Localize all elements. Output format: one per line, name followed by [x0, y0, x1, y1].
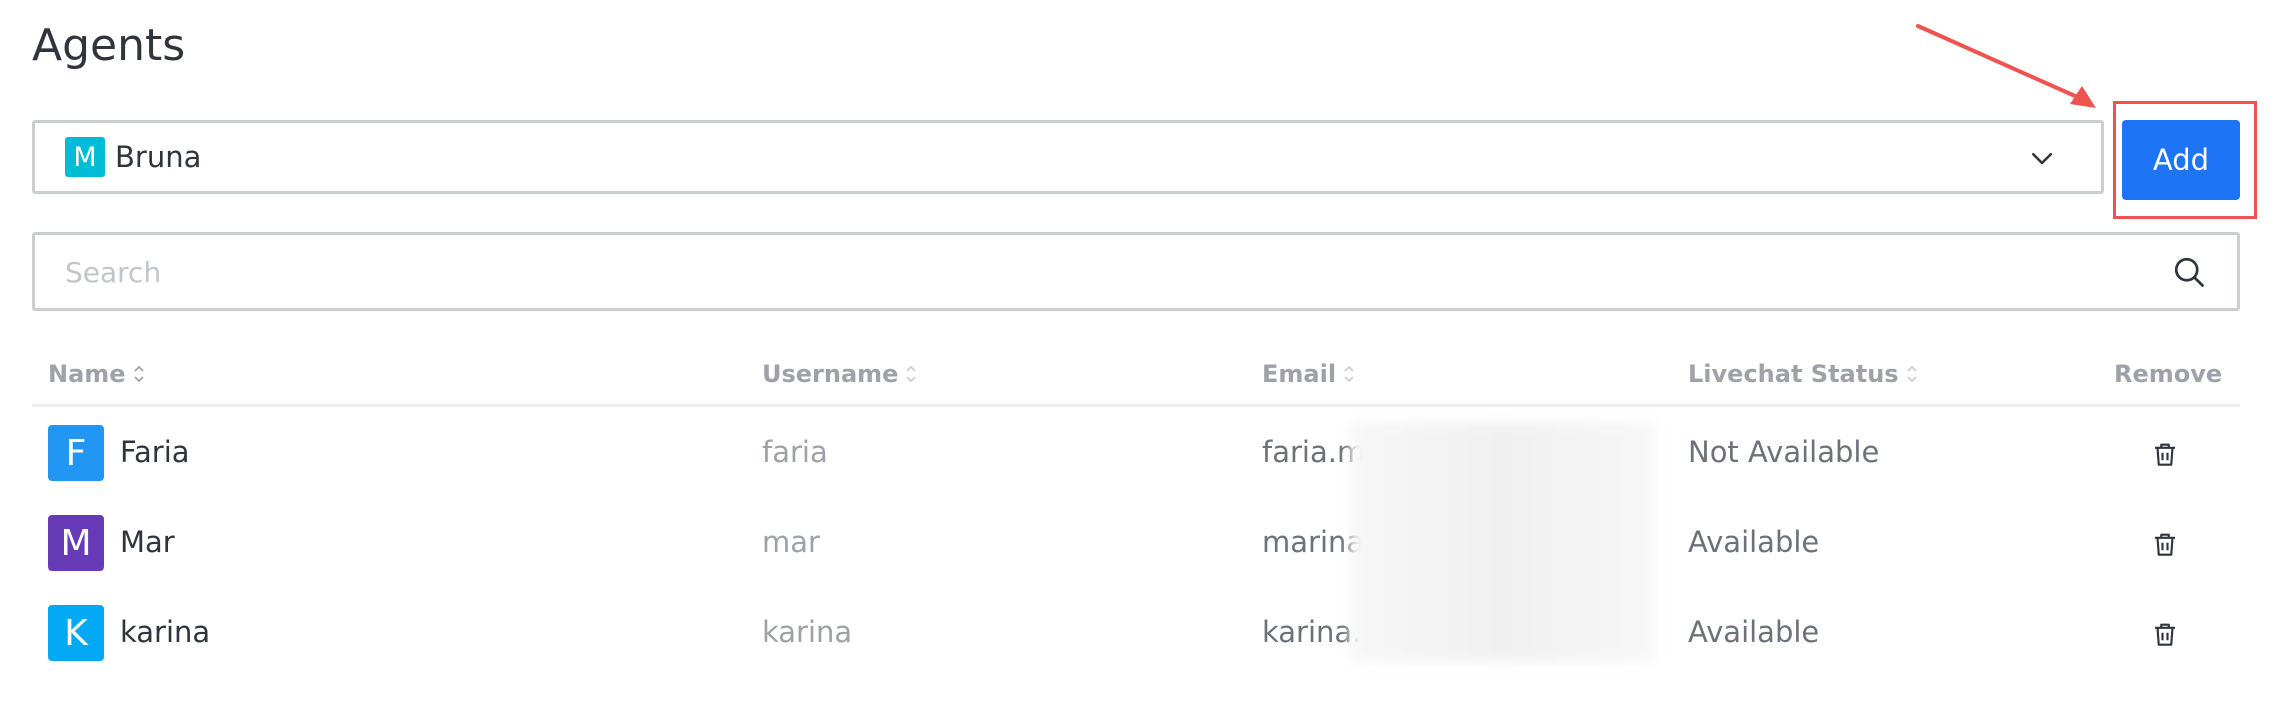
email-redaction-blur	[1350, 422, 1654, 662]
add-button[interactable]: Add	[2122, 120, 2240, 200]
sort-icon	[906, 365, 917, 383]
trash-icon[interactable]	[2150, 439, 2180, 469]
agent-status: Not Available	[1688, 435, 1880, 469]
search-input[interactable]	[63, 235, 2117, 310]
agent-select[interactable]: M Bruna	[32, 120, 2104, 194]
avatar: F	[48, 425, 104, 481]
select-value: Bruna	[115, 140, 202, 174]
header-name-label: Name	[48, 360, 126, 388]
search-box	[32, 232, 2240, 311]
table-row[interactable]: M Mar mar marina Available	[32, 497, 2240, 587]
agent-email: karina.	[1262, 615, 1362, 649]
table-row[interactable]: F Faria faria faria.m Not Available	[32, 407, 2240, 497]
page-title: Agents	[32, 20, 186, 71]
agent-email: marina	[1262, 525, 1365, 559]
header-remove-label: Remove	[2114, 360, 2223, 388]
avatar: M	[48, 515, 104, 571]
trash-icon[interactable]	[2150, 529, 2180, 559]
annotation-arrow	[1916, 24, 2096, 108]
table-row[interactable]: K karina karina karina. Available	[32, 587, 2240, 677]
select-avatar: M	[65, 137, 105, 177]
agent-username: mar	[762, 525, 820, 559]
table-header: Name Username Email Livechat Status Remo…	[32, 346, 2240, 407]
avatar: K	[48, 605, 104, 661]
header-livechat-status[interactable]: Livechat Status	[1688, 360, 1919, 388]
agent-status: Available	[1688, 525, 1820, 559]
agents-table: Name Username Email Livechat Status Remo…	[32, 346, 2240, 677]
header-status-label: Livechat Status	[1688, 360, 1899, 388]
header-email[interactable]: Email	[1262, 360, 1356, 388]
agent-status: Available	[1688, 615, 1820, 649]
sort-icon	[1906, 365, 1917, 383]
sort-icon	[1344, 365, 1354, 383]
chevron-down-icon[interactable]	[2027, 143, 2057, 173]
search-icon[interactable]	[2171, 254, 2207, 290]
agent-name: Faria	[120, 435, 190, 469]
header-username[interactable]: Username	[762, 360, 918, 388]
trash-icon[interactable]	[2150, 619, 2180, 649]
header-name[interactable]: Name	[48, 360, 146, 388]
header-email-label: Email	[1262, 360, 1337, 388]
agent-name: karina	[120, 615, 211, 649]
agent-username: faria	[762, 435, 828, 469]
sort-icon	[133, 365, 144, 383]
agent-username: karina	[762, 615, 853, 649]
header-username-label: Username	[762, 360, 899, 388]
agent-name: Mar	[120, 525, 175, 559]
header-remove: Remove	[2114, 360, 2222, 388]
